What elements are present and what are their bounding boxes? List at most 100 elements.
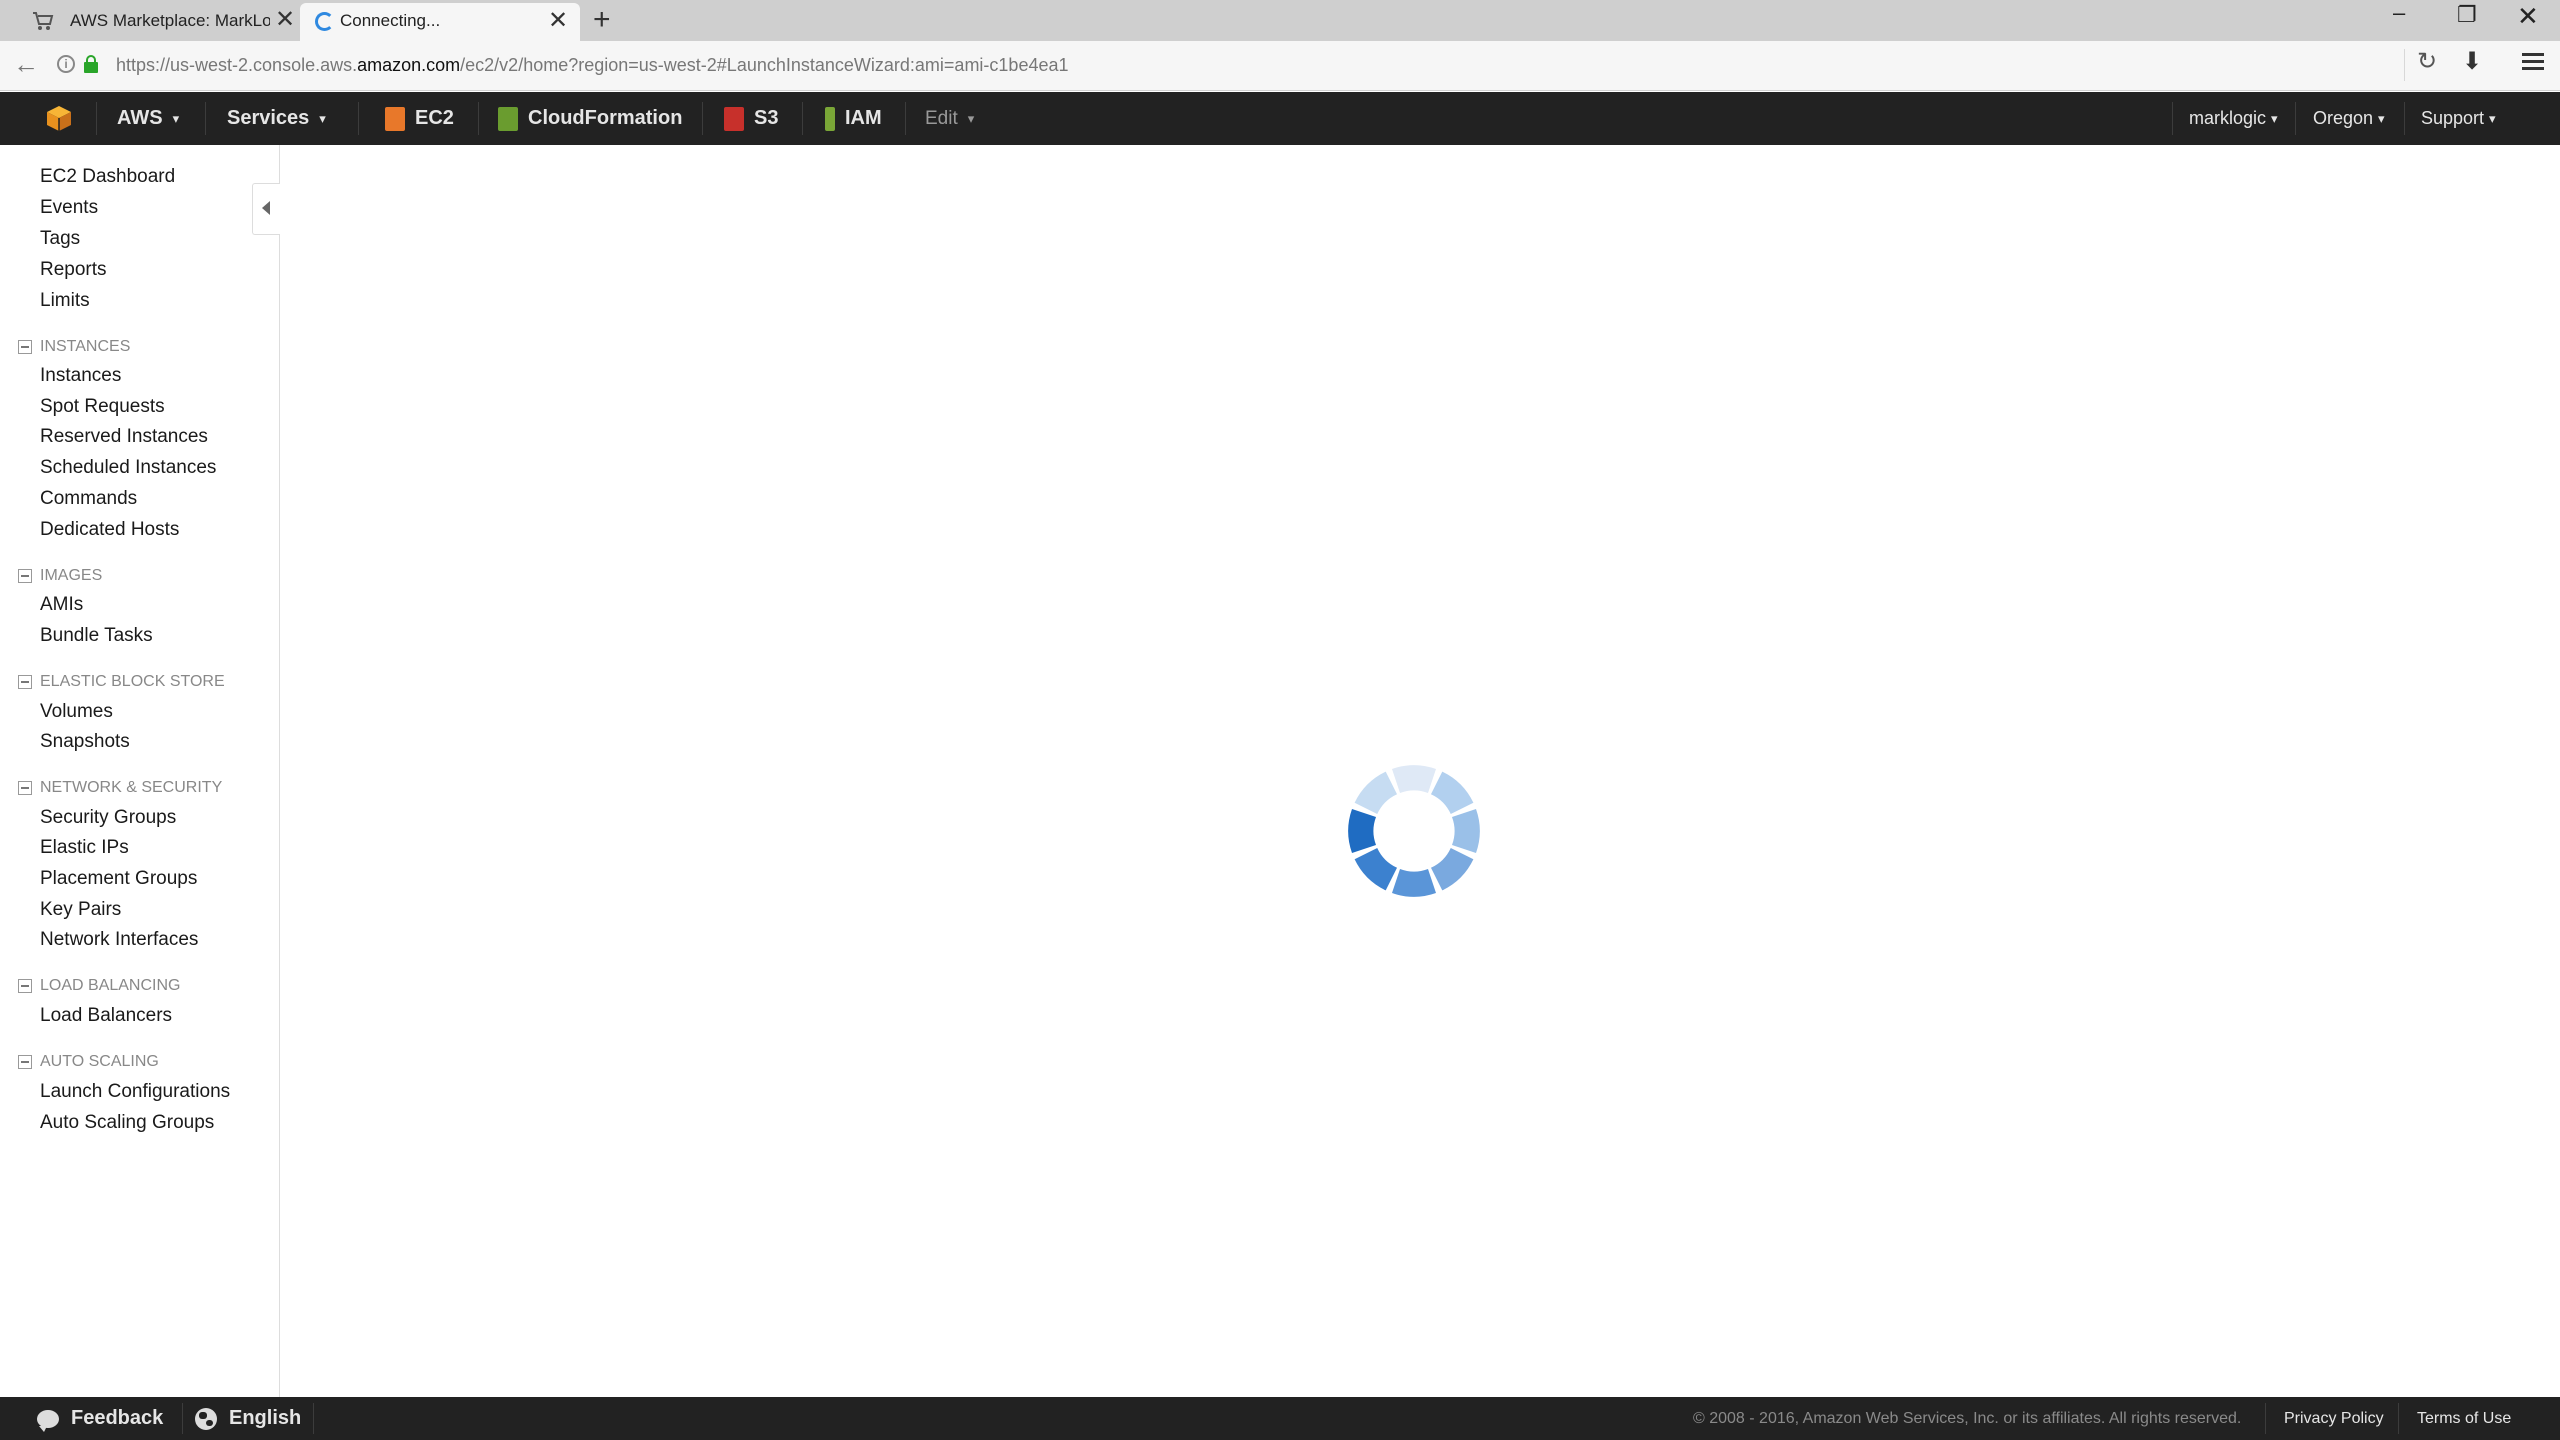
divider <box>478 102 479 135</box>
sidebar-item-spot-requests[interactable]: Spot Requests <box>40 396 165 418</box>
language-selector[interactable]: English <box>195 1397 301 1440</box>
sidebar-item-snapshots[interactable]: Snapshots <box>40 731 130 753</box>
tab-title: AWS Marketplace: MarkLo... <box>70 11 270 30</box>
divider <box>702 102 703 135</box>
sidebar-item-events[interactable]: Events <box>40 197 98 219</box>
sidebar-item-instances[interactable]: Instances <box>40 365 121 387</box>
sidebar-item-elastic-ips[interactable]: Elastic IPs <box>40 837 129 859</box>
divider <box>182 1403 183 1434</box>
new-tab-button[interactable]: + <box>593 5 611 35</box>
sidebar-item-key-pairs[interactable]: Key Pairs <box>40 899 121 921</box>
chevron-down-icon: ▾ <box>2489 110 2496 126</box>
reload-button[interactable]: ↻ <box>2417 50 2437 74</box>
chevron-down-icon: ▾ <box>319 110 326 126</box>
sidebar-section-elastic-block-store[interactable]: ELASTIC BLOCK STORE <box>18 673 225 691</box>
collapse-icon <box>18 675 32 689</box>
support-label: Support <box>2421 108 2485 128</box>
spinner-segment <box>1392 869 1436 897</box>
spinner-segment <box>1452 809 1480 853</box>
sidebar-item-reports[interactable]: Reports <box>40 259 107 281</box>
edit-menu[interactable]: Edit ▾ <box>925 92 974 145</box>
services-menu[interactable]: Services ▾ <box>227 92 326 145</box>
shortcut-ec2[interactable]: EC2 <box>385 92 454 145</box>
shortcut-s3[interactable]: S3 <box>724 92 778 145</box>
sidebar-item-amis[interactable]: AMIs <box>40 594 83 616</box>
sidebar-item-placement-groups[interactable]: Placement Groups <box>40 868 197 890</box>
back-button[interactable]: ← <box>13 51 39 77</box>
window-close-button[interactable]: ✕ <box>2517 3 2539 29</box>
browser-toolbar: ← i https://us-west-2.console.aws.amazon… <box>0 41 2560 91</box>
section-title: NETWORK & SECURITY <box>40 779 223 796</box>
sidebar-item-auto-scaling-groups[interactable]: Auto Scaling Groups <box>40 1112 214 1134</box>
sidebar-section-instances[interactable]: INSTANCES <box>18 338 130 356</box>
browser-tab-strip: AWS Marketplace: MarkLo... ✕ Connecting.… <box>0 0 2560 41</box>
terms-of-use-link[interactable]: Terms of Use <box>2417 1397 2511 1440</box>
sidebar-item-dedicated-hosts[interactable]: Dedicated Hosts <box>40 519 179 541</box>
sidebar-section-auto-scaling[interactable]: AUTO SCALING <box>18 1053 159 1071</box>
collapse-icon <box>18 781 32 795</box>
window-restore-button[interactable]: ❐ <box>2457 4 2477 26</box>
shortcut-iam[interactable]: IAM <box>825 92 882 145</box>
sidebar-item-commands[interactable]: Commands <box>40 488 137 510</box>
shortcut-label: CloudFormation <box>528 107 683 129</box>
sidebar-item-bundle-tasks[interactable]: Bundle Tasks <box>40 625 153 647</box>
region-menu[interactable]: Oregon ▾ <box>2313 92 2385 145</box>
language-label: English <box>229 1407 302 1429</box>
region-label: Oregon <box>2313 108 2374 128</box>
iam-key-icon <box>825 106 835 131</box>
download-button[interactable]: ⬇ <box>2462 50 2482 74</box>
console-footer: Feedback English © 2008 - 2016, Amazon W… <box>0 1397 2560 1440</box>
shortcut-cloudformation[interactable]: CloudFormation <box>498 92 682 145</box>
info-icon[interactable]: i <box>57 55 75 73</box>
sidebar-item-launch-configurations[interactable]: Launch Configurations <box>40 1081 230 1103</box>
lock-icon[interactable] <box>84 55 98 73</box>
sidebar-item-ec2-dashboard[interactable]: EC2 Dashboard <box>40 166 175 188</box>
shortcut-label: IAM <box>845 107 882 129</box>
chevron-down-icon: ▾ <box>172 110 180 126</box>
hamburger-menu-icon[interactable] <box>2522 49 2544 74</box>
url-prefix: https://us-west-2.console.aws. <box>116 55 358 75</box>
chevron-down-icon: ▾ <box>967 110 975 126</box>
sidebar-item-limits[interactable]: Limits <box>40 290 90 312</box>
ec2-icon <box>385 106 405 131</box>
cart-icon <box>33 12 54 30</box>
shortcut-label: EC2 <box>415 107 454 129</box>
sidebar-item-network-interfaces[interactable]: Network Interfaces <box>40 929 198 951</box>
section-title: ELASTIC BLOCK STORE <box>40 673 225 690</box>
ec2-sidebar: EC2 Dashboard Events Tags Reports Limits… <box>0 145 280 1397</box>
globe-icon <box>195 1407 217 1430</box>
divider <box>802 102 803 135</box>
feedback-button[interactable]: Feedback <box>37 1397 163 1440</box>
privacy-policy-link[interactable]: Privacy Policy <box>2284 1397 2384 1440</box>
divider <box>96 102 97 135</box>
aws-cube-logo-icon[interactable] <box>45 104 73 132</box>
tab-close-icon[interactable]: ✕ <box>275 8 295 32</box>
divider <box>2265 1403 2266 1434</box>
sidebar-item-load-balancers[interactable]: Load Balancers <box>40 1005 172 1027</box>
browser-tab-connecting[interactable]: Connecting... ✕ <box>300 3 580 41</box>
sidebar-item-tags[interactable]: Tags <box>40 228 80 250</box>
divider <box>905 102 906 135</box>
sidebar-section-images[interactable]: IMAGES <box>18 567 102 585</box>
sidebar-item-volumes[interactable]: Volumes <box>40 701 113 723</box>
sidebar-section-network-security[interactable]: NETWORK & SECURITY <box>18 779 222 797</box>
aws-console-navbar: AWS ▾ Services ▾ EC2 CloudFormation S3 IAM… <box>0 92 2560 145</box>
account-menu[interactable]: marklogic ▾ <box>2189 92 2278 145</box>
divider <box>2295 102 2296 135</box>
tab-close-icon[interactable]: ✕ <box>548 9 568 33</box>
sidebar-item-scheduled-instances[interactable]: Scheduled Instances <box>40 457 216 479</box>
section-title: IMAGES <box>40 567 103 584</box>
sidebar-section-load-balancing[interactable]: LOAD BALANCING <box>18 977 180 995</box>
window-minimize-button[interactable]: – <box>2393 2 2405 24</box>
sidebar-collapse-button[interactable] <box>252 183 280 235</box>
collapse-icon <box>18 979 32 993</box>
sidebar-item-security-groups[interactable]: Security Groups <box>40 807 176 829</box>
browser-tab-marketplace[interactable]: AWS Marketplace: MarkLo... ✕ <box>10 0 300 41</box>
aws-menu[interactable]: AWS ▾ <box>117 92 179 145</box>
support-menu[interactable]: Support ▾ <box>2421 92 2496 145</box>
browser-window: AWS Marketplace: MarkLo... ✕ Connecting.… <box>0 0 2560 1440</box>
section-title: LOAD BALANCING <box>40 977 181 994</box>
sidebar-item-reserved-instances[interactable]: Reserved Instances <box>40 426 208 448</box>
loading-icon <box>315 12 334 31</box>
address-bar[interactable]: https://us-west-2.console.aws.amazon.com… <box>116 55 1069 76</box>
